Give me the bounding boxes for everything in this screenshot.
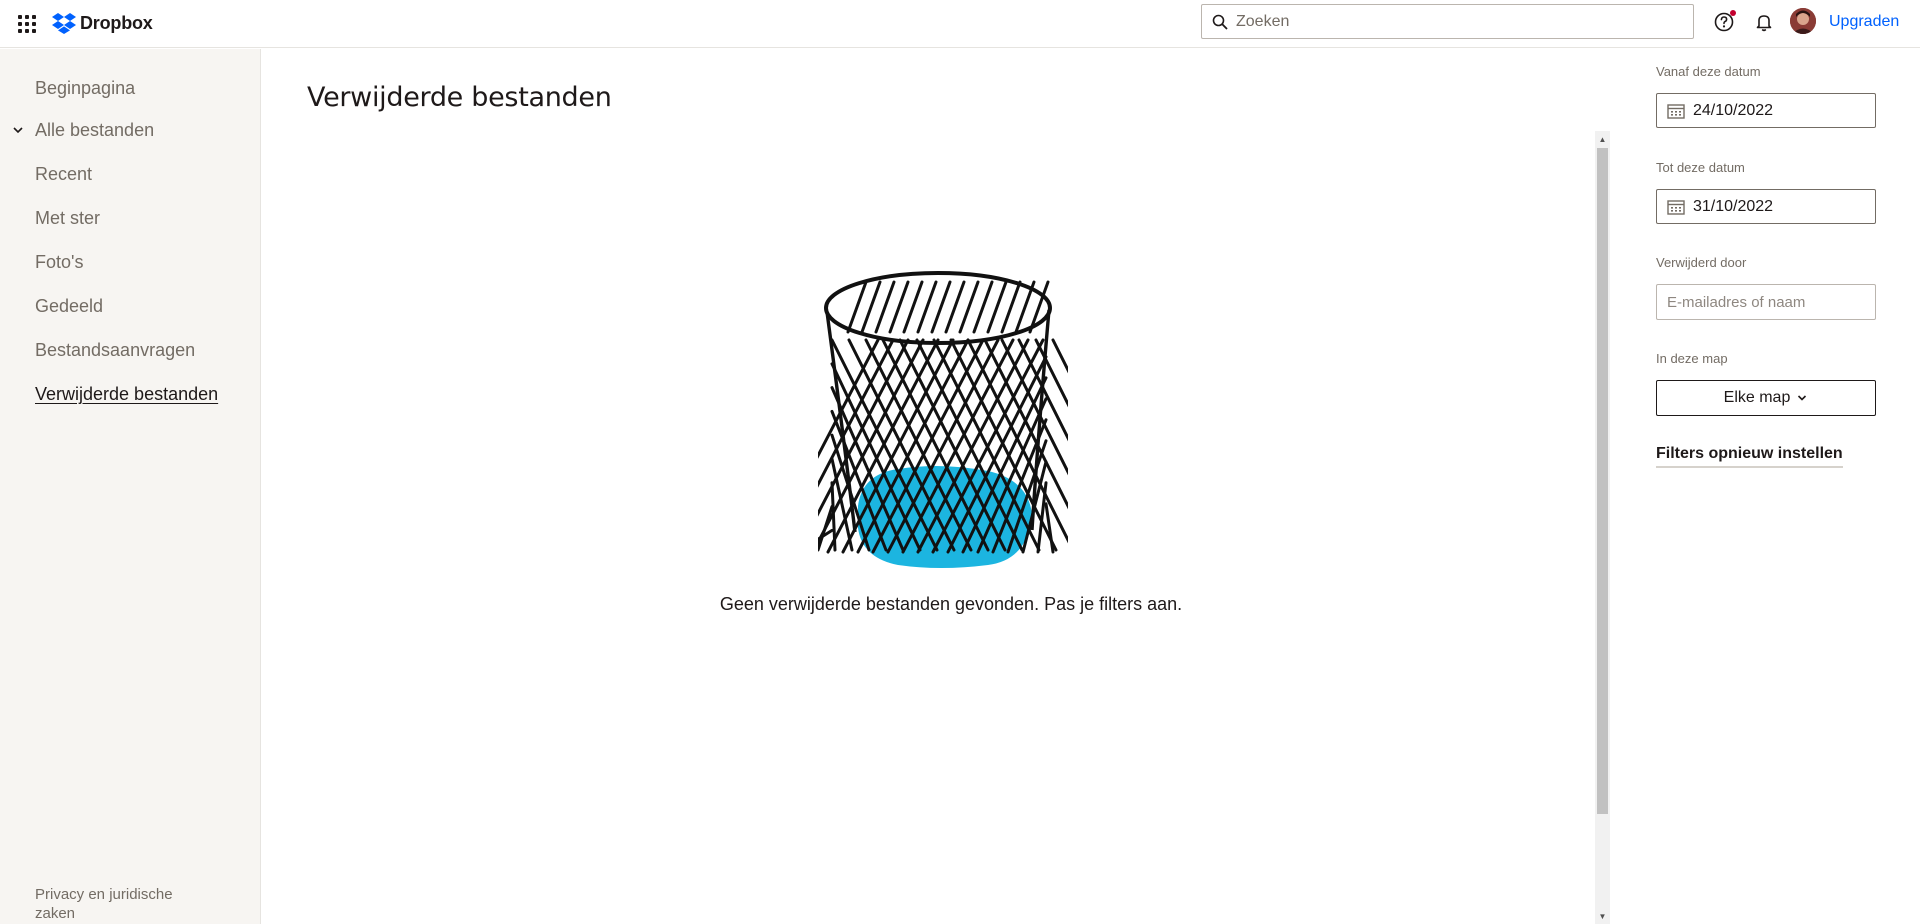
scroll-down-arrow[interactable]: ▼	[1595, 908, 1610, 924]
sidebar-item-home[interactable]: Beginpagina	[35, 78, 135, 99]
sidebar-item-shared[interactable]: Gedeeld	[35, 296, 103, 317]
upgrade-link[interactable]: Upgraden	[1829, 13, 1899, 31]
search-box[interactable]	[1201, 4, 1694, 39]
bell-icon	[1756, 15, 1772, 32]
sidebar: Beginpagina Alle bestanden Recent Met st…	[0, 49, 261, 924]
sidebar-item-file-requests[interactable]: Bestandsaanvragen	[35, 340, 195, 361]
privacy-link[interactable]: Privacy en juridische zaken	[35, 885, 215, 923]
scroll-up-arrow[interactable]: ▲	[1595, 131, 1610, 147]
folder-label: In deze map	[1656, 351, 1728, 366]
from-date-label: Vanaf deze datum	[1656, 64, 1761, 79]
calendar-icon	[1667, 199, 1685, 215]
folder-select[interactable]: Elke map	[1656, 380, 1876, 416]
chevron-down-icon[interactable]	[11, 123, 25, 137]
deleted-by-input[interactable]	[1656, 284, 1876, 320]
from-date-field[interactable]: 24/10/2022	[1656, 93, 1876, 128]
chevron-down-icon	[1798, 395, 1807, 401]
sidebar-item-starred[interactable]: Met ster	[35, 208, 100, 229]
scrollbar[interactable]: ▲ ▼	[1595, 131, 1610, 924]
top-bar: Dropbox Upgraden	[0, 0, 1920, 48]
trash-bin-illustration	[818, 271, 1068, 568]
notification-dot	[1730, 10, 1736, 16]
from-date-value: 24/10/2022	[1693, 101, 1774, 119]
sidebar-item-all-files[interactable]: Alle bestanden	[35, 120, 154, 141]
dropbox-logo-icon	[52, 13, 76, 34]
empty-state-message: Geen verwijderde bestanden gevonden. Pas…	[719, 594, 1183, 614]
sidebar-item-photos[interactable]: Foto's	[35, 252, 83, 273]
page-title: Verwijderde bestanden	[307, 82, 612, 113]
deleted-by-label: Verwijderd door	[1656, 255, 1747, 270]
scroll-thumb[interactable]	[1597, 148, 1608, 814]
search-input[interactable]	[1236, 12, 1676, 31]
brand-name: Dropbox	[80, 12, 153, 33]
search-icon	[1212, 14, 1228, 30]
to-date-value: 31/10/2022	[1693, 197, 1774, 215]
calendar-icon	[1667, 103, 1685, 119]
dropbox-home-link[interactable]: Dropbox	[52, 10, 153, 36]
sidebar-item-recent[interactable]: Recent	[35, 164, 92, 185]
notifications-button[interactable]	[1752, 10, 1776, 34]
apps-grid-icon[interactable]	[16, 13, 36, 33]
to-date-field[interactable]: 31/10/2022	[1656, 189, 1876, 224]
folder-select-value: Elke map	[1723, 389, 1791, 406]
avatar-image	[1790, 8, 1816, 34]
help-button[interactable]	[1712, 10, 1736, 34]
sidebar-item-deleted-files[interactable]: Verwijderde bestanden	[35, 384, 218, 405]
to-date-label: Tot deze datum	[1656, 160, 1745, 175]
avatar[interactable]	[1790, 8, 1816, 34]
reset-filters-link[interactable]: Filters opnieuw instellen	[1656, 445, 1843, 468]
